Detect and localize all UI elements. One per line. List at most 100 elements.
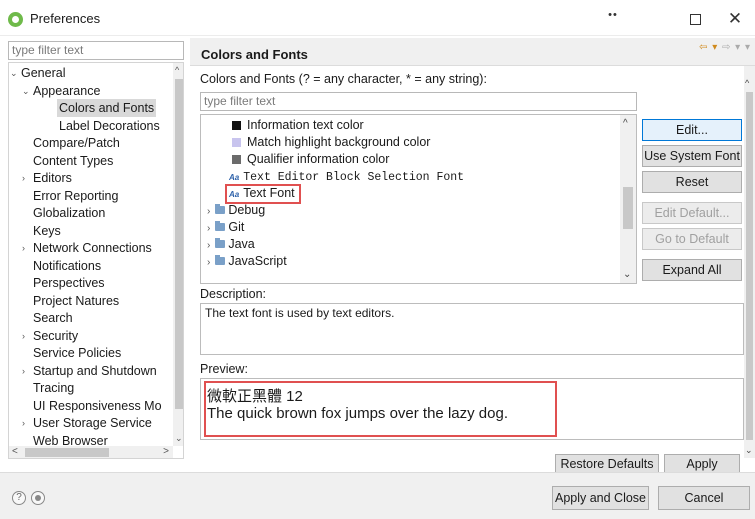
preview-box: 微軟正黑體 12 The quick brown fox jumps over … bbox=[200, 378, 744, 440]
preview-font-name: 微軟正黑體 12 bbox=[207, 388, 303, 405]
category-item[interactable]: › Java bbox=[207, 236, 255, 253]
back-arrow-icon[interactable]: ⇦ ▾ bbox=[699, 42, 718, 53]
scroll-left-icon[interactable]: < bbox=[12, 446, 18, 457]
list-vertical-scrollbar[interactable]: ^ ⌄ bbox=[620, 115, 636, 283]
cancel-button[interactable]: Cancel bbox=[658, 486, 750, 510]
tree-item-label: Content Types bbox=[33, 153, 114, 168]
use-system-font-button[interactable]: Use System Font bbox=[642, 145, 742, 167]
selection-highlight-box bbox=[225, 184, 301, 204]
expand-all-button[interactable]: Expand All bbox=[642, 259, 742, 281]
apply-and-close-button[interactable]: Apply and Close bbox=[552, 486, 649, 510]
category-item[interactable]: › JavaScript bbox=[207, 253, 287, 270]
window-title: Preferences bbox=[30, 11, 101, 26]
preview-label: Preview: bbox=[200, 362, 248, 376]
tree-item-label: Compare/Patch bbox=[33, 136, 120, 150]
page-vertical-scrollbar[interactable]: ^ ⌄ bbox=[744, 66, 755, 458]
expand-arrow-icon[interactable]: › bbox=[207, 206, 210, 217]
scroll-right-icon[interactable]: > bbox=[163, 446, 169, 457]
expand-arrow-icon[interactable]: › bbox=[207, 240, 210, 251]
expand-arrow-icon[interactable]: › bbox=[207, 257, 210, 268]
forward-arrow-icon[interactable]: ⇨ ▾ ▾ bbox=[722, 42, 751, 53]
item-label: Text Editor Block Selection Font bbox=[243, 171, 465, 184]
color-swatch-icon bbox=[232, 138, 241, 147]
apply-button[interactable]: Apply bbox=[664, 454, 740, 474]
scroll-up-icon[interactable]: ^ bbox=[175, 65, 179, 75]
category-item[interactable]: › Debug bbox=[207, 202, 265, 219]
scroll-down-icon[interactable]: ⌄ bbox=[175, 433, 183, 444]
expand-arrow-icon[interactable]: › bbox=[22, 414, 25, 432]
tree-item-label: Startup and Shutdown bbox=[33, 363, 157, 378]
title-bar: Preferences •• ✕ bbox=[0, 0, 755, 36]
folder-icon bbox=[215, 204, 226, 214]
color-font-item[interactable]: Match highlight background color bbox=[232, 134, 430, 151]
scroll-up-icon[interactable]: ^ bbox=[745, 78, 749, 88]
maximize-button[interactable] bbox=[680, 8, 710, 30]
close-button[interactable]: ✕ bbox=[720, 8, 750, 30]
color-filter-input[interactable]: type filter text bbox=[200, 92, 637, 111]
expand-arrow-icon[interactable]: › bbox=[207, 223, 210, 234]
window-menu-dots-icon[interactable]: •• bbox=[598, 8, 628, 30]
expand-arrow-icon[interactable]: › bbox=[22, 239, 25, 257]
help-icon[interactable]: ? bbox=[12, 491, 26, 505]
record-macro-icon[interactable] bbox=[31, 491, 45, 505]
collapse-arrow-icon[interactable]: ⌄ bbox=[10, 64, 18, 82]
folder-icon bbox=[215, 238, 226, 248]
left-filter-input[interactable]: type filter text bbox=[8, 41, 184, 60]
item-label: JavaScript bbox=[228, 254, 287, 268]
tree-item-label: Editors bbox=[33, 171, 72, 185]
maximize-icon bbox=[689, 14, 701, 25]
item-label: Debug bbox=[228, 203, 266, 217]
folder-icon bbox=[215, 221, 226, 231]
tree-item-label: Service Policies bbox=[33, 346, 122, 360]
expand-arrow-icon[interactable]: › bbox=[22, 169, 25, 187]
tree-item-label: Security bbox=[33, 328, 79, 343]
item-label: Match highlight background color bbox=[247, 135, 431, 149]
restore-defaults-button[interactable]: Restore Defaults bbox=[555, 454, 659, 474]
scroll-thumb[interactable] bbox=[623, 187, 633, 229]
tree-item-label: General bbox=[21, 66, 66, 80]
page-header: Colors and Fonts ⇦ ▾ ⇨ ▾ ▾ bbox=[190, 38, 755, 66]
tree-item-label: Label Decorations bbox=[59, 118, 160, 133]
page-title: Colors and Fonts bbox=[201, 47, 308, 62]
scroll-down-icon[interactable]: ⌄ bbox=[745, 445, 753, 456]
collapse-arrow-icon[interactable]: ⌄ bbox=[22, 82, 30, 100]
preference-tree: ^ ⌄ < > ⌄ General ⌄ Appearance Colors and Fo… bbox=[8, 62, 184, 459]
preview-sample-text: The quick brown fox jumps over the lazy … bbox=[207, 405, 508, 422]
color-font-item[interactable]: Information text color bbox=[232, 117, 364, 134]
edit-default-button[interactable]: Edit Default... bbox=[642, 202, 742, 224]
expand-arrow-icon[interactable]: › bbox=[22, 327, 25, 345]
tree-item-label: Tracing bbox=[33, 381, 75, 395]
go-to-default-button[interactable]: Go to Default bbox=[642, 228, 742, 250]
color-font-item[interactable]: Aa Text Editor Block Selection Font bbox=[229, 168, 464, 185]
scroll-thumb[interactable] bbox=[175, 79, 183, 409]
category-item[interactable]: › Git bbox=[207, 219, 244, 236]
item-label: Information text color bbox=[247, 118, 364, 132]
scroll-down-icon[interactable]: ⌄ bbox=[623, 269, 631, 280]
reset-button[interactable]: Reset bbox=[642, 171, 742, 193]
tree-item-label: Colors and Fonts bbox=[57, 99, 157, 117]
tree-item-label: Perspectives bbox=[33, 276, 105, 290]
expand-arrow-icon[interactable]: › bbox=[22, 362, 25, 380]
tree-vertical-scrollbar[interactable]: ^ ⌄ bbox=[173, 63, 183, 446]
tree-item-label: Keys bbox=[33, 223, 61, 238]
colors-and-fonts-label: Colors and Fonts (? = any character, * =… bbox=[200, 72, 487, 86]
description-text: The text font is used by text editors. bbox=[200, 303, 744, 355]
tree-item-label: Project Natures bbox=[33, 293, 120, 308]
tree-item-label: Error Reporting bbox=[33, 188, 119, 203]
color-swatch-icon bbox=[232, 155, 241, 164]
item-label: Git bbox=[228, 220, 245, 234]
item-label: Java bbox=[228, 237, 255, 251]
color-font-item[interactable]: Qualifier information color bbox=[232, 151, 389, 168]
tree-item-label: Web Browser bbox=[33, 433, 108, 448]
tree-item-label: Network Connections bbox=[33, 241, 152, 255]
scroll-up-icon[interactable]: ^ bbox=[623, 118, 628, 129]
color-swatch-icon bbox=[232, 121, 241, 130]
tree-item-label: UI Responsiveness Mo bbox=[33, 398, 162, 413]
tree-item-label: User Storage Service bbox=[33, 416, 152, 430]
color-font-list: › JavaScript › Java › Git › Debug Aa Text Font Aa T… bbox=[200, 114, 637, 284]
history-nav[interactable]: ⇦ ▾ ⇨ ▾ ▾ bbox=[699, 42, 751, 53]
tree-item-label: Notifications bbox=[33, 258, 102, 273]
folder-icon bbox=[215, 255, 226, 265]
scroll-thumb[interactable] bbox=[746, 92, 753, 440]
edit-button[interactable]: Edit... bbox=[642, 119, 742, 141]
